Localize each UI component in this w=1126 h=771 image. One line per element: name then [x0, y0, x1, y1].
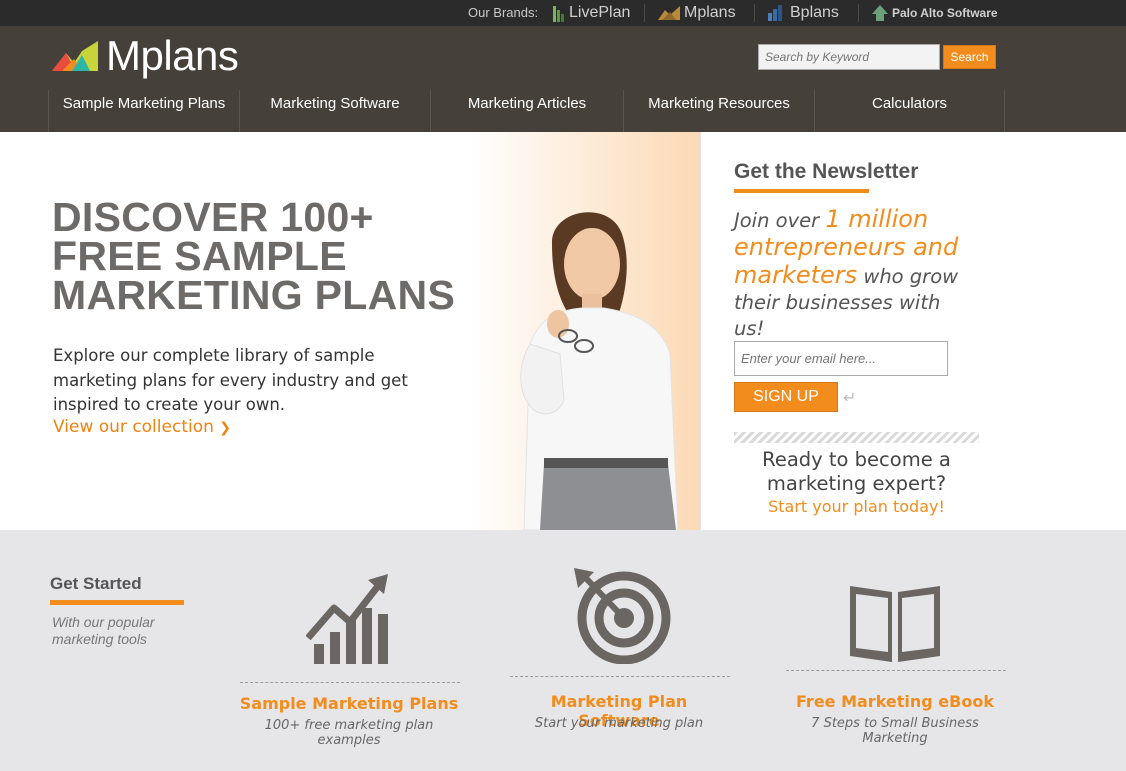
brand-bplans-label: Bplans	[790, 4, 839, 21]
get-started-underline	[50, 600, 184, 605]
target-icon	[574, 568, 671, 664]
mplans-mountain-logo-icon	[52, 41, 98, 71]
bar-chart-trend-icon	[306, 574, 388, 664]
tool-divider	[240, 682, 460, 683]
tool-title: Sample Marketing Plans	[239, 694, 459, 713]
mplans-logo[interactable]: Mplans	[52, 32, 239, 80]
businesswoman-image	[520, 212, 679, 530]
main-nav: Sample Marketing Plans Marketing Softwar…	[48, 90, 1005, 132]
brand-bplans-link[interactable]: Bplans	[754, 2, 839, 24]
mplans-logo-icon	[658, 6, 680, 20]
hero-section: DISCOVER 100+ FREE SAMPLE MARKETING PLAN…	[0, 132, 700, 530]
nav-item-calculators[interactable]: Calculators	[814, 90, 1005, 132]
hatched-divider	[734, 432, 979, 443]
brand-liveplan-label: LivePlan	[569, 4, 631, 21]
get-started-section: Get Started With our popular marketing t…	[0, 530, 1126, 771]
tool-subtitle: Start your marketing plan	[534, 716, 704, 731]
tool-sample-marketing-plans[interactable]: Sample Marketing Plans 100+ free marketi…	[238, 570, 460, 750]
palo-alto-logo-icon	[872, 5, 888, 21]
brand-paloalto-label: Palo Alto Software	[892, 6, 998, 20]
get-started-subtitle: With our popular marketing tools	[52, 614, 155, 647]
tool-free-marketing-ebook[interactable]: Free Marketing eBook 7 Steps to Small Bu…	[784, 576, 1006, 756]
newsletter-copy-prefix: Join over	[734, 209, 826, 232]
tool-divider	[510, 676, 730, 677]
signup-button[interactable]: SIGN UP	[734, 382, 838, 412]
newsletter-title: Get the Newsletter	[734, 160, 919, 183]
tool-divider	[786, 670, 1006, 671]
logo-text: Mplans	[106, 32, 239, 79]
search-button[interactable]: Search	[943, 45, 996, 69]
brand-paloalto-link[interactable]: Palo Alto Software	[858, 2, 998, 24]
nav-item-marketing-resources[interactable]: Marketing Resources	[623, 90, 814, 132]
brand-divider	[754, 4, 755, 22]
cta-text: Ready to become a marketing expert?	[762, 448, 951, 495]
return-arrow-icon: ↵	[843, 388, 857, 407]
start-plan-link[interactable]: Start your plan today!	[734, 497, 979, 516]
email-field[interactable]	[734, 341, 948, 376]
get-started-title: Get Started	[50, 574, 142, 593]
brand-liveplan-link[interactable]: LivePlan	[553, 2, 630, 24]
view-collection-label: View our collection	[53, 417, 214, 437]
bplans-logo-icon	[768, 5, 782, 21]
newsletter-copy: Join over 1 million entrepreneurs and ma…	[734, 206, 974, 342]
newsletter-panel: Get the Newsletter Join over 1 million e…	[700, 132, 1126, 530]
site-header: Mplans Search Sample Marketing Plans Mar…	[0, 26, 1126, 132]
tool-subtitle: 100+ free marketing plan examples	[264, 718, 434, 748]
view-collection-link[interactable]: View our collection ❯	[53, 417, 231, 437]
search-input[interactable]	[758, 44, 940, 70]
brand-divider	[644, 4, 645, 22]
tool-subtitle: 7 Steps to Small Business Marketing	[811, 716, 979, 746]
hero-description: Explore our complete library of sample m…	[53, 346, 408, 414]
brand-mplans-label: Mplans	[684, 4, 736, 21]
brands-label: Our Brands:	[468, 5, 539, 20]
nav-item-marketing-articles[interactable]: Marketing Articles	[430, 90, 623, 132]
nav-item-marketing-software[interactable]: Marketing Software	[239, 90, 430, 132]
hero-title: DISCOVER 100+ FREE SAMPLE MARKETING PLAN…	[52, 194, 456, 318]
tool-marketing-plan-software[interactable]: Marketing Plan Software Start your marke…	[508, 568, 730, 748]
nav-item-sample-marketing-plans[interactable]: Sample Marketing Plans	[48, 90, 239, 132]
brands-bar: Our Brands: LivePlan Mplans Bplans Palo …	[0, 0, 1126, 26]
brand-divider	[858, 4, 859, 22]
open-book-icon	[850, 586, 940, 662]
tool-title: Free Marketing eBook	[796, 692, 994, 711]
brand-mplans-link[interactable]: Mplans	[644, 2, 736, 24]
newsletter-title-underline	[734, 189, 869, 193]
chevron-right-icon: ❯	[219, 420, 232, 436]
liveplan-logo-icon	[553, 6, 564, 22]
